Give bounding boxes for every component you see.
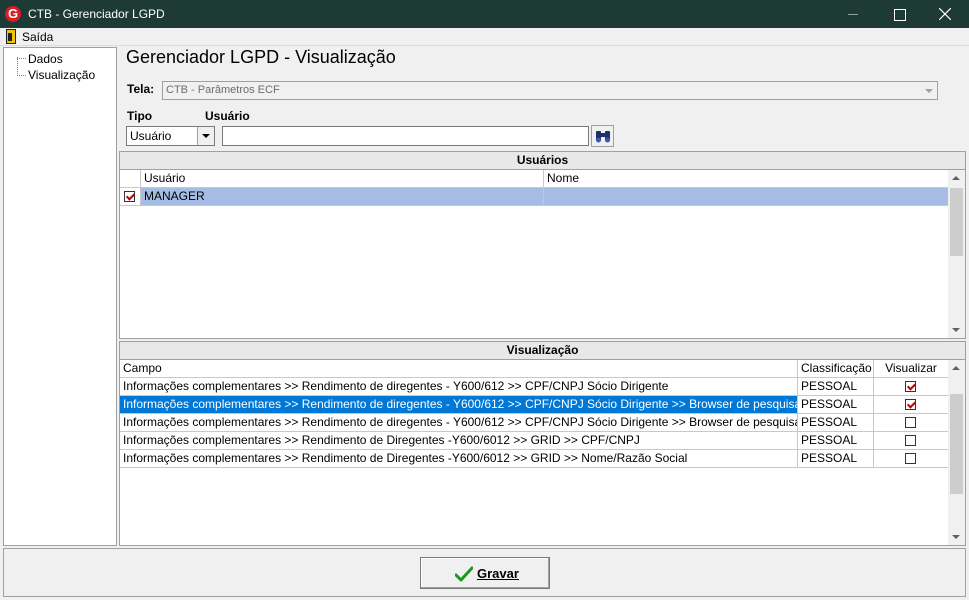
search-user-button[interactable] bbox=[591, 125, 614, 147]
vis-cell-classificacao: PESSOAL bbox=[798, 450, 874, 468]
vis-col-campo[interactable]: Campo bbox=[120, 360, 798, 378]
visualizar-checkbox[interactable] bbox=[905, 435, 916, 446]
visualizar-checkbox[interactable] bbox=[905, 381, 916, 392]
users-panel-header: Usuários bbox=[119, 151, 966, 170]
tree-item-dados[interactable]: Dados bbox=[28, 52, 63, 66]
vis-cell-campo: Informações complementares >> Rendimento… bbox=[120, 432, 798, 450]
table-row[interactable]: Informações complementares >> Rendimento… bbox=[120, 432, 949, 450]
usuario-label: Usuário bbox=[205, 109, 250, 123]
visualizar-checkbox[interactable] bbox=[905, 399, 916, 410]
tipo-select[interactable]: Usuário bbox=[126, 126, 215, 146]
tela-select-value: CTB - Parâmetros ECF bbox=[166, 84, 280, 96]
users-col-nome[interactable]: Nome bbox=[544, 170, 949, 188]
visualization-grid: Campo Classificação Visualizar Informaçõ… bbox=[119, 359, 966, 546]
visualization-scrollbar[interactable] bbox=[948, 360, 965, 545]
minimize-button[interactable] bbox=[830, 0, 876, 28]
app-logo-icon: G bbox=[5, 6, 21, 22]
chevron-down-icon[interactable] bbox=[197, 127, 214, 145]
users-grid: Usuário Nome MANAGER bbox=[119, 169, 966, 339]
navigation-tree: Dados Visualização bbox=[3, 47, 117, 546]
tipo-label: Tipo bbox=[127, 109, 153, 123]
vis-cell-campo: Informações complementares >> Rendimento… bbox=[120, 396, 798, 414]
maximize-button[interactable] bbox=[876, 0, 922, 28]
vis-cell-classificacao: PESSOAL bbox=[798, 396, 874, 414]
users-scrollbar[interactable] bbox=[948, 170, 965, 338]
scroll-thumb[interactable] bbox=[950, 394, 963, 494]
vis-cell-classificacao: PESSOAL bbox=[798, 432, 874, 450]
table-row[interactable]: Informações complementares >> Rendimento… bbox=[120, 414, 949, 432]
scroll-down-icon[interactable] bbox=[948, 528, 965, 545]
table-row[interactable]: MANAGER bbox=[120, 188, 949, 206]
vis-cell-campo: Informações complementares >> Rendimento… bbox=[120, 450, 798, 468]
exit-door-icon bbox=[6, 29, 16, 44]
vis-col-classificacao[interactable]: Classificação bbox=[798, 360, 874, 378]
tela-label: Tela: bbox=[127, 82, 155, 96]
visualizar-checkbox[interactable] bbox=[905, 417, 916, 428]
checkmark-icon bbox=[455, 566, 473, 582]
vis-col-visualizar[interactable]: Visualizar bbox=[874, 360, 949, 378]
tipo-select-value: Usuário bbox=[130, 129, 172, 143]
table-row[interactable]: Informações complementares >> Rendimento… bbox=[120, 450, 949, 468]
vis-cell-classificacao: PESSOAL bbox=[798, 414, 874, 432]
scroll-up-icon[interactable] bbox=[948, 170, 965, 187]
scroll-thumb[interactable] bbox=[950, 188, 963, 256]
users-col-usuario[interactable]: Usuário bbox=[141, 170, 544, 188]
window-title: CTB - Gerenciador LGPD bbox=[28, 7, 165, 21]
menu-bar: Saída bbox=[0, 28, 969, 46]
menu-exit[interactable]: Saída bbox=[0, 28, 60, 46]
table-row[interactable]: Informações complementares >> Rendimento… bbox=[120, 396, 949, 414]
scroll-up-icon[interactable] bbox=[948, 360, 965, 377]
user-row-checkbox[interactable] bbox=[124, 191, 135, 202]
tela-select[interactable]: CTB - Parâmetros ECF bbox=[162, 81, 938, 100]
table-row[interactable]: Informações complementares >> Rendimento… bbox=[120, 378, 949, 396]
vis-cell-campo: Informações complementares >> Rendimento… bbox=[120, 414, 798, 432]
menu-exit-label: Saída bbox=[22, 30, 54, 44]
save-button-label: Gravar bbox=[477, 566, 519, 581]
close-icon bbox=[939, 8, 951, 20]
chevron-down-icon[interactable] bbox=[921, 83, 936, 98]
vis-cell-campo: Informações complementares >> Rendimento… bbox=[120, 378, 798, 396]
save-button[interactable]: Gravar bbox=[420, 557, 550, 589]
user-cell-nome bbox=[544, 188, 949, 206]
visualization-panel-header: Visualização bbox=[119, 341, 966, 360]
binoculars-icon bbox=[596, 131, 610, 143]
close-button[interactable] bbox=[922, 0, 968, 28]
page-title: Gerenciador LGPD - Visualização bbox=[126, 47, 396, 67]
visualizar-checkbox[interactable] bbox=[905, 453, 916, 464]
vis-cell-classificacao: PESSOAL bbox=[798, 378, 874, 396]
title-bar[interactable]: G CTB - Gerenciador LGPD bbox=[0, 0, 969, 28]
tree-item-visualizacao[interactable]: Visualização bbox=[28, 68, 95, 82]
scroll-down-icon[interactable] bbox=[948, 321, 965, 338]
usuario-input[interactable] bbox=[222, 126, 589, 146]
user-cell-usuario: MANAGER bbox=[141, 188, 544, 206]
